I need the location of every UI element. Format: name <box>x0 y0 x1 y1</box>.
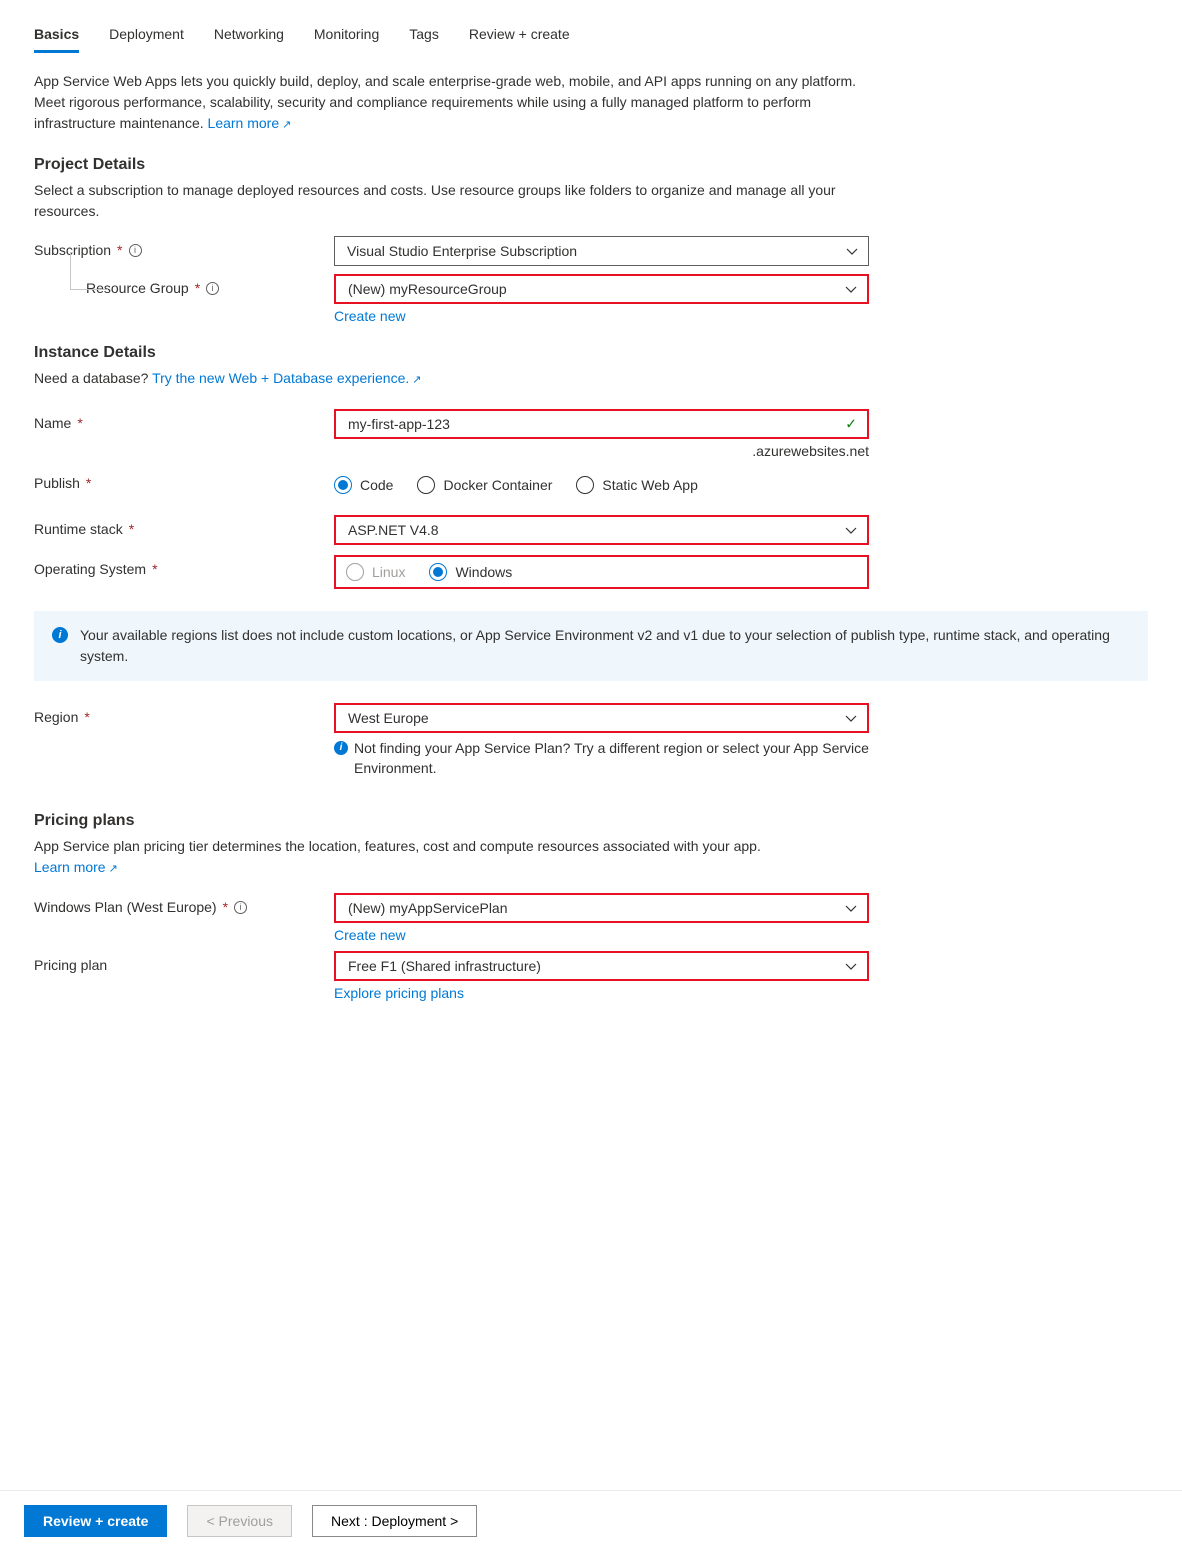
radio-icon <box>429 563 447 581</box>
row-plan: Windows Plan (West Europe) * i (New) myA… <box>34 893 1148 943</box>
pricing-learn-more-link[interactable]: Learn more <box>34 859 118 875</box>
project-details-desc: Select a subscription to manage deployed… <box>34 180 874 222</box>
region-label: Region <box>34 709 78 725</box>
tier-select[interactable]: Free F1 (Shared infrastructure) <box>334 951 869 981</box>
publish-label: Publish <box>34 475 80 491</box>
row-region: Region * West Europe i Not finding your … <box>34 703 1148 778</box>
radio-icon <box>576 476 594 494</box>
chevron-down-icon <box>845 902 857 914</box>
required-asterisk: * <box>195 280 200 296</box>
learn-more-link[interactable]: Learn more <box>208 115 292 131</box>
chevron-down-icon <box>845 524 857 536</box>
publish-radio-group: Code Docker Container Static Web App <box>334 469 869 501</box>
radio-icon <box>417 476 435 494</box>
chevron-down-icon <box>845 712 857 724</box>
review-create-button[interactable]: Review + create <box>24 1505 167 1537</box>
row-pricing-tier: Pricing plan Free F1 (Shared infrastruct… <box>34 951 1148 1001</box>
previous-button: < Previous <box>187 1505 292 1537</box>
intro-body: App Service Web Apps lets you quickly bu… <box>34 73 856 131</box>
tree-connector <box>70 252 108 290</box>
plan-value: (New) myAppServicePlan <box>348 900 508 916</box>
region-value: West Europe <box>348 710 429 726</box>
info-icon[interactable]: i <box>234 901 247 914</box>
tab-networking[interactable]: Networking <box>214 20 284 53</box>
subscription-value: Visual Studio Enterprise Subscription <box>347 243 577 259</box>
required-asterisk: * <box>129 521 134 537</box>
resource-group-value: (New) myResourceGroup <box>348 281 507 297</box>
wizard-tabs: Basics Deployment Networking Monitoring … <box>34 20 1148 53</box>
region-select[interactable]: West Europe <box>334 703 869 733</box>
chevron-down-icon <box>846 245 858 257</box>
radio-label: Windows <box>455 564 512 580</box>
next-button[interactable]: Next : Deployment > <box>312 1505 477 1537</box>
required-asterisk: * <box>84 709 89 725</box>
section-instance-details: Instance Details <box>34 344 1148 362</box>
name-label: Name <box>34 415 71 431</box>
radio-linux: Linux <box>346 563 405 581</box>
name-suffix: .azurewebsites.net <box>334 443 869 459</box>
row-name: Name * my-first-app-123 ✓ .azurewebsites… <box>34 409 1148 459</box>
required-asterisk: * <box>152 561 157 577</box>
required-asterisk: * <box>117 242 122 258</box>
section-pricing: Pricing plans <box>34 812 1148 830</box>
radio-windows[interactable]: Windows <box>429 563 512 581</box>
info-icon: i <box>334 741 348 755</box>
radio-icon <box>334 476 352 494</box>
radio-code[interactable]: Code <box>334 476 393 494</box>
row-resource-group: Resource Group * i (New) myResourceGroup… <box>34 274 1148 324</box>
wizard-footer: Review + create < Previous Next : Deploy… <box>0 1490 1182 1551</box>
explore-pricing-link[interactable]: Explore pricing plans <box>334 985 464 1001</box>
plan-select[interactable]: (New) myAppServicePlan <box>334 893 869 923</box>
radio-label: Code <box>360 477 393 493</box>
region-helper-text: Not finding your App Service Plan? Try a… <box>354 739 869 778</box>
radio-label: Static Web App <box>602 477 697 493</box>
chevron-down-icon <box>845 960 857 972</box>
required-asterisk: * <box>86 475 91 491</box>
required-asterisk: * <box>77 415 82 431</box>
create-new-rg-link[interactable]: Create new <box>334 308 406 324</box>
row-publish: Publish * Code Docker Container Static W… <box>34 469 1148 501</box>
name-value: my-first-app-123 <box>348 416 450 432</box>
row-os: Operating System * Linux Windows <box>34 555 1148 589</box>
tier-value: Free F1 (Shared infrastructure) <box>348 958 541 974</box>
row-subscription: Subscription * i Visual Studio Enterpris… <box>34 236 1148 268</box>
runtime-label: Runtime stack <box>34 521 123 537</box>
tab-deployment[interactable]: Deployment <box>109 20 184 53</box>
db-prompt: Need a database? <box>34 370 152 386</box>
plan-label: Windows Plan (West Europe) <box>34 899 217 915</box>
tab-monitoring[interactable]: Monitoring <box>314 20 379 53</box>
section-project-details: Project Details <box>34 156 1148 174</box>
tab-tags[interactable]: Tags <box>409 20 439 53</box>
intro-text: App Service Web Apps lets you quickly bu… <box>34 71 874 134</box>
info-icon: i <box>52 627 68 643</box>
os-radio-group: Linux Windows <box>334 555 869 589</box>
db-experience-link[interactable]: Try the new Web + Database experience. <box>152 370 421 386</box>
runtime-value: ASP.NET V4.8 <box>348 522 439 538</box>
tab-basics[interactable]: Basics <box>34 20 79 53</box>
resource-group-select[interactable]: (New) myResourceGroup <box>334 274 869 304</box>
runtime-select[interactable]: ASP.NET V4.8 <box>334 515 869 545</box>
region-info-box: i Your available regions list does not i… <box>34 611 1148 681</box>
row-runtime: Runtime stack * ASP.NET V4.8 <box>34 515 1148 547</box>
required-asterisk: * <box>223 899 228 915</box>
radio-icon <box>346 563 364 581</box>
pricing-desc: App Service plan pricing tier determines… <box>34 838 761 854</box>
info-icon[interactable]: i <box>206 282 219 295</box>
os-label: Operating System <box>34 561 146 577</box>
info-text: Your available regions list does not inc… <box>80 625 1130 667</box>
name-input[interactable]: my-first-app-123 ✓ <box>334 409 869 439</box>
radio-static[interactable]: Static Web App <box>576 476 697 494</box>
create-new-plan-link[interactable]: Create new <box>334 927 406 943</box>
subscription-select[interactable]: Visual Studio Enterprise Subscription <box>334 236 869 266</box>
radio-label: Linux <box>372 564 405 580</box>
info-icon[interactable]: i <box>129 244 142 257</box>
radio-label: Docker Container <box>443 477 552 493</box>
chevron-down-icon <box>845 283 857 295</box>
check-icon: ✓ <box>845 416 857 433</box>
tier-label: Pricing plan <box>34 957 107 973</box>
tab-review-create[interactable]: Review + create <box>469 20 570 53</box>
radio-docker[interactable]: Docker Container <box>417 476 552 494</box>
